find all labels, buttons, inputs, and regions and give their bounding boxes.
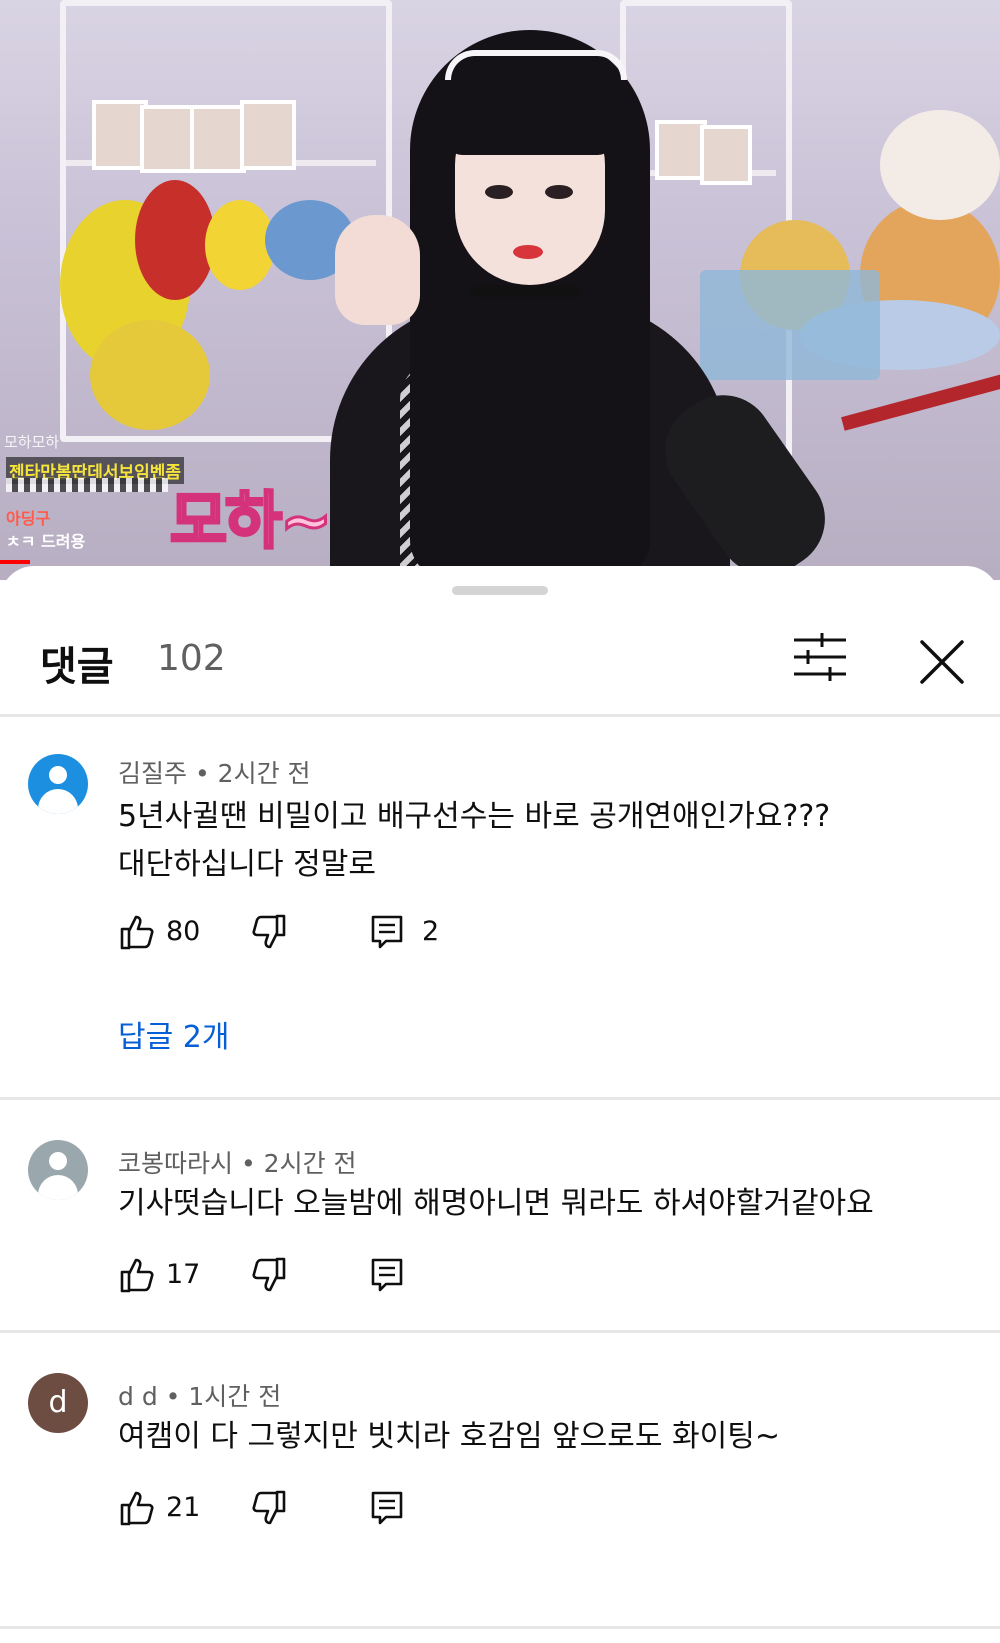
polaroid-photo xyxy=(240,100,296,170)
comment-time: 1시간 전 xyxy=(188,1382,282,1411)
overlay-sticker: 모하~ xyxy=(168,483,333,559)
comment-meta: 코봉따라시 • 2시간 전 xyxy=(118,1144,357,1180)
comments-header: 댓글 102 xyxy=(0,596,1000,711)
like-button[interactable] xyxy=(118,912,158,952)
plush-yellow-small xyxy=(90,320,210,430)
comments-sheet: 댓글 102 김질주 • 2시간 전 5년사귈땐 비밀이고 배구선수는 바로 공… xyxy=(0,566,1000,1643)
comment-reply-icon xyxy=(371,1258,403,1292)
dislike-button[interactable] xyxy=(248,1488,288,1528)
storage-box xyxy=(700,270,880,380)
thumbs-up-icon xyxy=(120,1491,154,1526)
polaroid-photo xyxy=(700,125,752,185)
thumbs-down-icon xyxy=(252,1490,286,1525)
comment-item: d d d • 1시간 전 여캠이 다 그렇지만 빗치라 호감임 앞으로도 화이… xyxy=(0,1333,1000,1563)
overlay-chat-user: 아딩구 xyxy=(6,509,51,528)
headband xyxy=(445,50,627,80)
polaroid-photo xyxy=(140,105,196,173)
overlay-ticker xyxy=(6,478,168,492)
comment-item: 김질주 • 2시간 전 5년사귈땐 비밀이고 배구선수는 바로 공개연애인가요?… xyxy=(0,716,1000,1096)
comment-line: 대단하십니다 정말로 xyxy=(118,847,376,882)
close-icon xyxy=(920,640,964,684)
comment-line: 5년사귈땐 비밀이고 배구선수는 바로 공개연애인가요??? xyxy=(118,799,831,834)
divider xyxy=(0,1626,1000,1629)
plush-white xyxy=(880,110,1000,220)
comment-author[interactable]: 김질주 xyxy=(118,759,187,788)
thumbs-up-icon xyxy=(120,1258,154,1293)
lips xyxy=(513,245,543,259)
hand xyxy=(335,215,420,325)
meta-dot: • xyxy=(165,1382,189,1411)
comments-title: 댓글 xyxy=(40,644,114,690)
meta-dot: • xyxy=(240,1149,264,1178)
reply-button[interactable] xyxy=(368,1488,408,1528)
comment-item: 코봉따라시 • 2시간 전 기사떳습니다 오늘밤에 해명아니면 뭐라도 하셔야할… xyxy=(0,1100,1000,1330)
avatar[interactable] xyxy=(28,754,88,814)
plush-red xyxy=(135,180,215,300)
comment-count: 102 xyxy=(157,638,226,679)
like-count: 21 xyxy=(166,1492,201,1523)
mic-arm xyxy=(841,373,1000,431)
overlay-chat-message: ㅊㅋ 드려용 xyxy=(6,532,86,551)
meta-dot: • xyxy=(194,759,218,788)
comment-reply-icon xyxy=(371,915,403,949)
comment-author[interactable]: d d xyxy=(118,1382,158,1411)
reply-count: 2 xyxy=(422,916,440,947)
view-replies-link[interactable]: 답글 2개 xyxy=(118,1012,229,1056)
thumbs-up-icon xyxy=(120,915,154,950)
like-count: 17 xyxy=(166,1259,201,1290)
comment-reply-icon xyxy=(371,1491,403,1525)
polaroid-photo xyxy=(190,105,246,173)
comment-text: 기사떳습니다 오늘밤에 해명아니면 뭐라도 하셔야할거같아요 xyxy=(118,1180,978,1228)
comment-meta: d d • 1시간 전 xyxy=(118,1377,281,1413)
avatar[interactable]: d xyxy=(28,1373,88,1433)
comment-author[interactable]: 코봉따라시 xyxy=(118,1149,233,1178)
drag-handle[interactable] xyxy=(452,586,548,595)
comment-line: 기사떳습니다 오늘밤에 해명아니면 뭐라도 하셔야할거같아요 xyxy=(118,1186,874,1221)
filter-button[interactable] xyxy=(792,632,848,682)
comment-time: 2시간 전 xyxy=(263,1149,357,1178)
like-count: 80 xyxy=(166,916,201,947)
dislike-button[interactable] xyxy=(248,912,288,952)
comment-meta: 김질주 • 2시간 전 xyxy=(118,754,311,790)
like-button[interactable] xyxy=(118,1488,158,1528)
eye xyxy=(485,185,513,199)
comment-text: 여캠이 다 그렇지만 빗치라 호감임 앞으로도 화이팅~ xyxy=(118,1413,978,1461)
like-button[interactable] xyxy=(118,1255,158,1295)
dislike-button[interactable] xyxy=(248,1255,288,1295)
comment-line: 여캠이 다 그렇지만 빗치라 호감임 앞으로도 화이팅~ xyxy=(118,1419,780,1454)
comment-time: 2시간 전 xyxy=(217,759,311,788)
comment-text: 5년사귈땐 비밀이고 배구선수는 바로 공개연애인가요??? 대단하십니다 정말… xyxy=(118,793,978,889)
eye xyxy=(545,185,573,199)
close-button[interactable] xyxy=(912,632,972,692)
overlay-nickname: 모하모하 xyxy=(4,433,60,451)
video-player[interactable]: 모하모하 젠타만봄딴데서보임벤좀 아딩구 ㅊㅋ 드려용 모하~ xyxy=(0,0,1000,580)
video-progress-bar[interactable] xyxy=(0,560,30,564)
thumbs-down-icon xyxy=(252,1257,286,1292)
avatar[interactable] xyxy=(28,1140,88,1200)
choker xyxy=(470,285,580,297)
thumbs-down-icon xyxy=(252,914,286,949)
reply-button[interactable] xyxy=(368,912,408,952)
reply-button[interactable] xyxy=(368,1255,408,1295)
sliders-icon xyxy=(794,633,846,681)
